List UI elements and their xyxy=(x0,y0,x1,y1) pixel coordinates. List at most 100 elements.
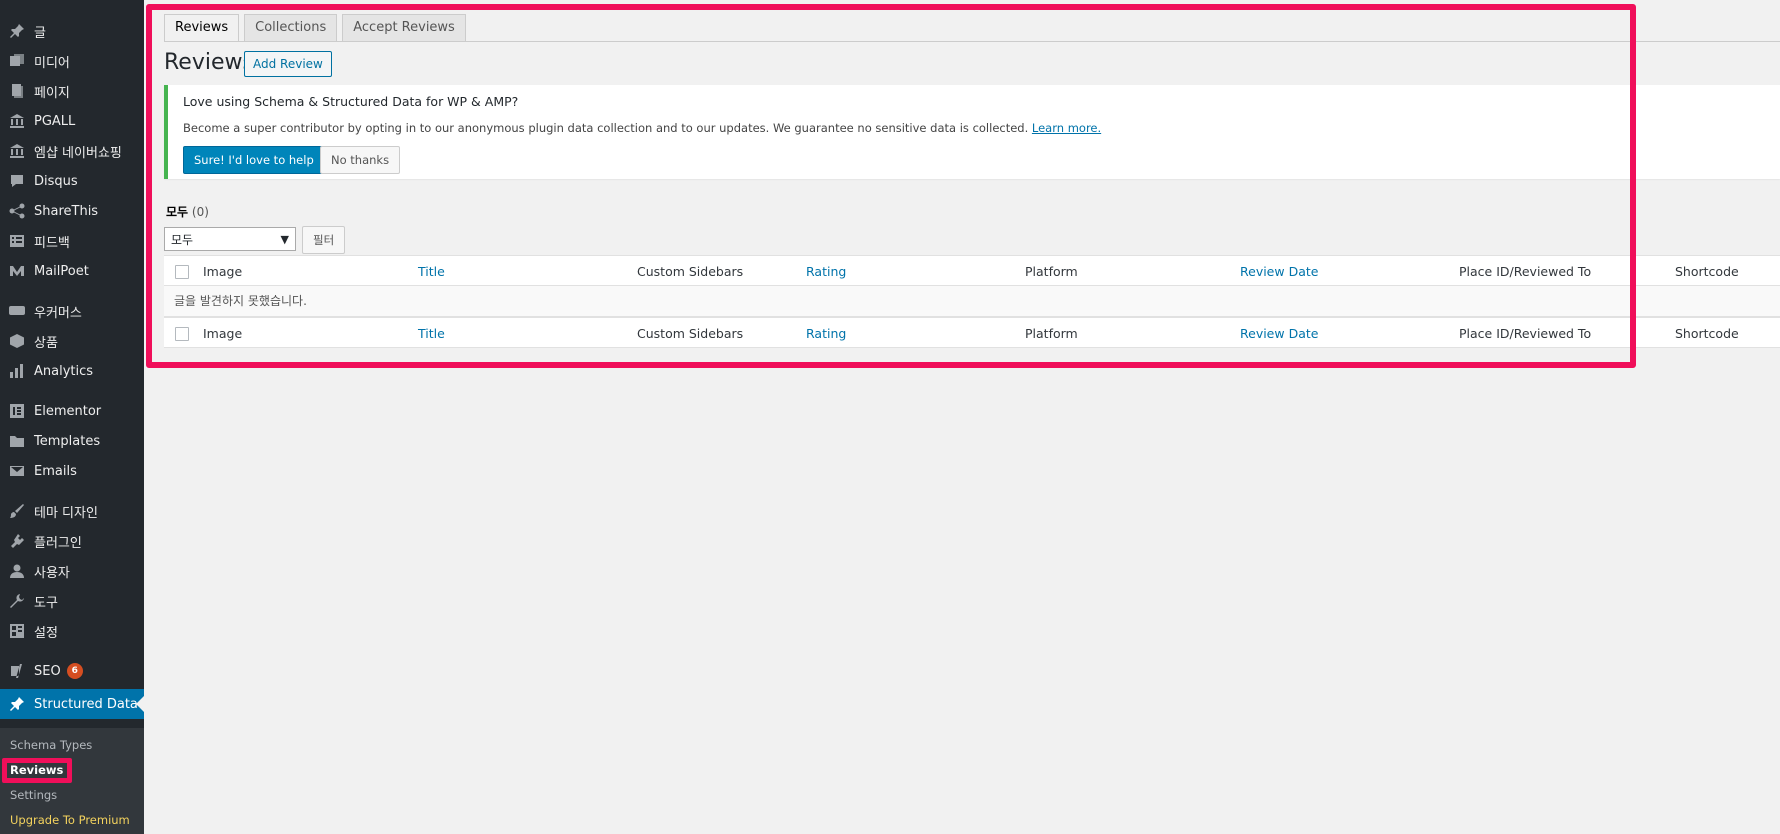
column-shortcode: Shortcode xyxy=(1675,264,1739,279)
sidebar-item-products[interactable]: 상품 xyxy=(0,326,144,356)
elementor-icon xyxy=(8,402,26,420)
sidebar-item-label: 상품 xyxy=(34,335,58,351)
sidebar-item-label: Disqus xyxy=(34,173,78,189)
sidebar-item-settings[interactable]: 설정 xyxy=(0,616,144,646)
sidebar-item-seo[interactable]: SEO 6 xyxy=(0,656,144,686)
empty-message: 글을 발견하지 못했습니다. xyxy=(174,294,307,308)
column-place-id: Place ID/Reviewed To xyxy=(1459,326,1592,341)
admin-sidebar: 글 미디어 페이지 PGALL 엠샵 네이버쇼핑 Disqus ShareThi… xyxy=(0,0,144,834)
notice-title: Love using Schema & Structured Data for … xyxy=(183,94,519,109)
submenu-schema-types[interactable]: Schema Types xyxy=(10,738,92,752)
learn-more-link[interactable]: Learn more. xyxy=(1032,121,1101,135)
column-rating[interactable]: Rating xyxy=(806,256,846,287)
sidebar-item-label: 페이지 xyxy=(34,85,70,101)
sidebar-item-label: MailPoet xyxy=(34,263,89,279)
sidebar-item-pgall[interactable]: PGALL xyxy=(0,106,144,136)
column-place-id: Place ID/Reviewed To xyxy=(1459,264,1592,279)
sidebar-item-templates[interactable]: Templates xyxy=(0,426,144,456)
table-empty-row: 글을 발견하지 못했습니다. xyxy=(164,286,1780,317)
column-review-date[interactable]: Review Date xyxy=(1240,318,1318,349)
sidebar-item-label: SEO xyxy=(34,663,61,679)
bulk-filter-select[interactable]: 모두 ▼ xyxy=(164,227,296,251)
folder-icon xyxy=(8,432,26,450)
add-review-button[interactable]: Add Review xyxy=(244,51,332,77)
sidebar-item-woocommerce[interactable]: 우커머스 xyxy=(0,296,144,326)
yoast-icon xyxy=(8,662,26,680)
sidebar-item-label: PGALL xyxy=(34,113,76,129)
sidebar-item-label: 피드백 xyxy=(34,235,70,251)
seo-notification-badge: 6 xyxy=(66,663,83,679)
sidebar-item-label: 미디어 xyxy=(34,55,70,71)
sidebar-item-label: Analytics xyxy=(34,363,94,379)
column-title[interactable]: Title xyxy=(418,318,445,349)
column-rating[interactable]: Rating xyxy=(806,318,846,349)
submenu-settings[interactable]: Settings xyxy=(10,788,57,802)
sidebar-item-pages[interactable]: 페이지 xyxy=(0,76,144,106)
pin-icon xyxy=(8,695,26,713)
nav-tabs: Reviews Collections Accept Reviews xyxy=(164,14,471,42)
settings-icon xyxy=(8,622,26,640)
active-indicator xyxy=(136,696,144,712)
sidebar-item-label: Templates xyxy=(34,433,101,449)
sidebar-item-users[interactable]: 사용자 xyxy=(0,556,144,586)
comment-icon xyxy=(8,172,26,190)
sidebar-item-elementor[interactable]: Elementor xyxy=(0,396,144,426)
page-title: Reviews xyxy=(164,50,254,75)
submenu-upgrade-premium[interactable]: Upgrade To Premium xyxy=(10,813,130,827)
sidebar-item-label: 설정 xyxy=(34,625,58,641)
feedback-icon xyxy=(8,232,26,250)
sidebar-item-disqus[interactable]: Disqus xyxy=(0,166,144,196)
table-header-row: Image Title Custom Sidebars Rating Platf… xyxy=(164,255,1780,286)
sidebar-item-label: Emails xyxy=(34,463,77,479)
sidebar-item-label: 테마 디자인 xyxy=(34,505,98,521)
sidebar-item-label: 글 xyxy=(34,25,46,41)
chart-icon xyxy=(8,362,26,380)
select-all-checkbox-footer[interactable] xyxy=(175,327,189,341)
wrench-icon xyxy=(8,592,26,610)
box-icon xyxy=(8,332,26,350)
highlight-box-reviews-submenu xyxy=(2,758,72,783)
sidebar-item-label: Elementor xyxy=(34,403,102,419)
sidebar-item-emails[interactable]: Emails xyxy=(0,456,144,486)
woo-icon xyxy=(8,302,26,320)
optin-decline-button[interactable]: No thanks xyxy=(320,146,401,174)
sidebar-item-structured-data[interactable]: Structured Data xyxy=(0,689,144,719)
column-custom-sidebars: Custom Sidebars xyxy=(637,326,744,341)
sidebar-item-label: ShareThis xyxy=(34,203,99,219)
tab-reviews[interactable]: Reviews xyxy=(164,14,240,42)
sidebar-item-feedback[interactable]: 피드백 xyxy=(0,226,144,256)
sidebar-item-appearance[interactable]: 테마 디자인 xyxy=(0,496,144,526)
column-title[interactable]: Title xyxy=(418,256,445,287)
sidebar-item-sharethis[interactable]: ShareThis xyxy=(0,196,144,226)
sidebar-item-naver-shopping[interactable]: 엠샵 네이버쇼핑 xyxy=(0,136,144,166)
sidebar-item-label: 플러그인 xyxy=(34,535,82,551)
column-shortcode: Shortcode xyxy=(1675,326,1739,341)
sidebar-item-label: 우커머스 xyxy=(34,305,82,321)
filter-button[interactable]: 필터 xyxy=(302,226,346,254)
view-count: (0) xyxy=(191,205,209,219)
pin-icon xyxy=(8,22,26,40)
bank-icon xyxy=(8,112,26,130)
tab-accept-reviews[interactable]: Accept Reviews xyxy=(342,14,466,42)
sidebar-item-media[interactable]: 미디어 xyxy=(0,46,144,76)
select-value: 모두 xyxy=(171,232,194,247)
optin-notice: Love using Schema & Structured Data for … xyxy=(164,85,1780,179)
column-platform: Platform xyxy=(1025,326,1078,341)
sidebar-item-label: 엠샵 네이버쇼핑 xyxy=(34,145,122,161)
sidebar-item-plugins[interactable]: 플러그인 xyxy=(0,526,144,556)
sidebar-item-label: Structured Data xyxy=(34,696,138,712)
view-filter-all[interactable]: 모두 (0) xyxy=(166,203,209,220)
sidebar-item-posts[interactable]: 글 xyxy=(0,16,144,46)
notice-body: Become a super contributor by opting in … xyxy=(183,121,1029,135)
plugin-icon xyxy=(8,532,26,550)
sidebar-item-mailpoet[interactable]: MailPoet xyxy=(0,256,144,286)
sidebar-item-tools[interactable]: 도구 xyxy=(0,586,144,616)
column-review-date[interactable]: Review Date xyxy=(1240,256,1318,287)
tab-collections[interactable]: Collections xyxy=(244,14,338,42)
share-icon xyxy=(8,202,26,220)
sidebar-item-label: 사용자 xyxy=(34,565,70,581)
column-custom-sidebars: Custom Sidebars xyxy=(637,264,744,279)
sidebar-item-analytics[interactable]: Analytics xyxy=(0,356,144,386)
select-all-checkbox[interactable] xyxy=(175,265,189,279)
optin-accept-button[interactable]: Sure! I'd love to help xyxy=(183,146,325,174)
